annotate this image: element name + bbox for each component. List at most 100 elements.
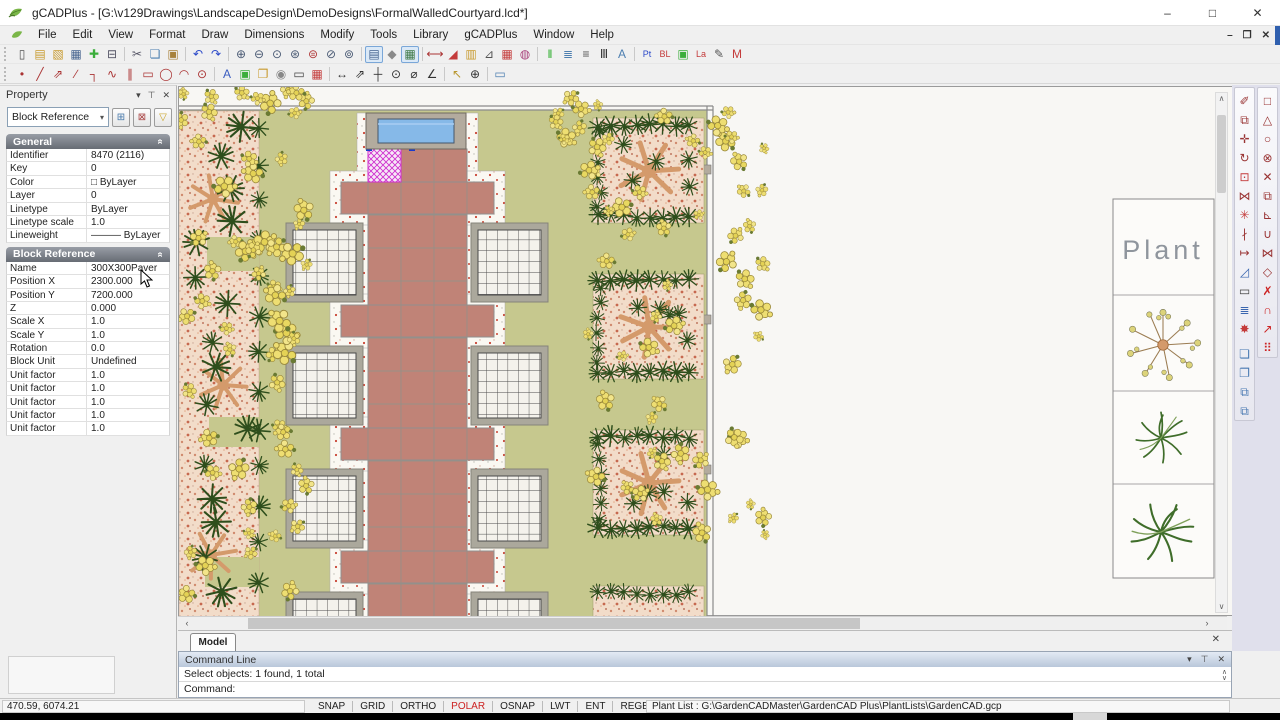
property-row[interactable]: Unit factor 1.0	[6, 368, 170, 383]
ellipse-icon[interactable]: ⊙	[193, 65, 211, 82]
drawing-canvas[interactable]: Plant ∧ ∨	[170, 79, 1233, 618]
fillet-icon[interactable]: ◿	[1236, 262, 1254, 281]
center-mark-icon[interactable]: ⊕	[466, 65, 484, 82]
property-row[interactable]: Linetype ByLayer	[6, 202, 170, 216]
menu-edit[interactable]: Edit	[65, 27, 101, 43]
print-icon[interactable]: ⊟	[103, 46, 121, 63]
text-style-icon[interactable]: A	[613, 46, 631, 63]
minimize-button[interactable]: –	[1145, 0, 1190, 26]
paste-icon[interactable]: ▣	[164, 46, 182, 63]
vertical-scrollbar[interactable]: ∧ ∨	[1215, 92, 1228, 613]
panel-menu-icon[interactable]: ▾	[136, 90, 141, 101]
open-icon[interactable]: ▤	[31, 46, 49, 63]
dim-aligned-icon[interactable]: ⇗	[351, 65, 369, 82]
plant-palette[interactable]: Plant	[1112, 198, 1215, 579]
property-value[interactable]: 1.0	[87, 382, 169, 394]
property-value[interactable]: 7200.000	[87, 289, 169, 301]
add-plant-icon[interactable]: ✚	[85, 46, 103, 63]
menu-file[interactable]: File	[30, 27, 65, 43]
measure-area-icon[interactable]: ◢	[444, 46, 462, 63]
scroll-right-icon[interactable]: ›	[1200, 617, 1214, 630]
section-header[interactable]: General «	[6, 134, 170, 149]
open-sample-icon[interactable]: ▧	[49, 46, 67, 63]
scroll-up-icon[interactable]: ∧	[1216, 94, 1227, 103]
toggle-snap[interactable]: SNAP	[311, 701, 352, 712]
mdi-close-button[interactable]: ✕	[1262, 30, 1270, 41]
new-icon[interactable]: ▯	[13, 46, 31, 63]
dim-ordinate-icon[interactable]: ┼	[369, 65, 387, 82]
snap-intersection-icon[interactable]: ✕	[1259, 167, 1277, 186]
linetype-control-icon[interactable]: ≡	[577, 46, 595, 63]
toggle-osnap[interactable]: OSNAP	[493, 701, 542, 712]
property-row[interactable]: Layer 0	[6, 189, 170, 203]
property-value[interactable]: 0.000	[87, 302, 169, 314]
bring-above-icon[interactable]: ⧉	[1236, 382, 1254, 401]
toolbar-grip[interactable]	[4, 47, 10, 61]
layer-iso-icon[interactable]: ≣	[1236, 300, 1254, 319]
property-value[interactable]: 1.0	[87, 422, 169, 434]
scroll-down-icon[interactable]: ∨	[1216, 602, 1227, 611]
property-row[interactable]: Color □ ByLayer	[6, 175, 170, 190]
menu-gcadplus[interactable]: gCADPlus	[456, 27, 525, 43]
measure-distance-icon[interactable]: ⟷	[426, 46, 444, 63]
layer-manager-icon[interactable]: La	[692, 46, 710, 63]
format-painter-icon[interactable]: ✐	[1236, 91, 1254, 110]
layer-control-icon[interactable]: ≣	[559, 46, 577, 63]
snap-insertion-icon[interactable]: ⧉	[1259, 186, 1277, 205]
render-sphere-icon[interactable]: ◉	[272, 65, 290, 82]
snap-endpoint-icon[interactable]: □	[1259, 91, 1277, 110]
snap-grid-icon[interactable]: ⠿	[1259, 338, 1277, 357]
toolbar-grip[interactable]	[4, 66, 10, 81]
mtext-icon[interactable]: M	[728, 46, 746, 63]
property-row[interactable]: Position Y 7200.000	[6, 288, 170, 302]
snap-center-icon[interactable]: ○	[1259, 129, 1277, 148]
properties-palette-icon[interactable]: ▤	[365, 45, 383, 63]
color-control-icon[interactable]: ‖	[541, 46, 559, 63]
property-value[interactable]: 0	[87, 189, 169, 201]
property-row[interactable]: Key 0	[6, 162, 170, 176]
model-space-drawing[interactable]: Plant	[170, 79, 1233, 618]
zoom-in-icon[interactable]: ⊕	[232, 46, 250, 63]
insert-image-icon[interactable]: ▣	[236, 65, 254, 82]
zoom-extents-icon[interactable]: ⊜	[304, 46, 322, 63]
lineweight-control-icon[interactable]: Ⅲ	[595, 46, 613, 63]
property-row[interactable]: Rotation 0.0	[6, 342, 170, 356]
zoom-out-icon[interactable]: ⊖	[250, 46, 268, 63]
rectangle-icon[interactable]: ▭	[139, 65, 157, 82]
undo-icon[interactable]: ↶	[189, 46, 207, 63]
horizontal-scroll-thumb[interactable]	[248, 618, 860, 629]
maximize-button[interactable]: □	[1190, 0, 1235, 26]
property-value[interactable]: 8470 (2116)	[87, 149, 169, 161]
panel-close-icon[interactable]: ✕	[1217, 654, 1225, 665]
property-value[interactable]: 1.0	[87, 409, 169, 421]
snap-tangent-icon[interactable]: ∪	[1259, 224, 1277, 243]
panel-pin-icon[interactable]: ⊤	[148, 90, 156, 101]
scale-icon[interactable]: ⊡	[1236, 167, 1254, 186]
property-row[interactable]: Unit factor 1.0	[6, 422, 170, 436]
deselect-objects-button[interactable]: ⊠	[133, 107, 151, 127]
property-row[interactable]: Unit factor 1.0	[6, 409, 170, 423]
shade-icon[interactable]: ◆	[383, 46, 401, 63]
property-row[interactable]: Lineweight ——— ByLayer	[6, 229, 170, 243]
menu-modify[interactable]: Modify	[312, 27, 362, 43]
copy-object-icon[interactable]: ⧉	[1236, 110, 1254, 129]
save-icon[interactable]: ▦	[67, 46, 85, 63]
leader-icon[interactable]: ↖	[448, 65, 466, 82]
insert-block-icon[interactable]: ❐	[254, 65, 272, 82]
panel-pin-icon[interactable]: ⊤	[1201, 654, 1209, 665]
command-scroll-icons[interactable]: ∧ ∨	[1222, 669, 1227, 682]
collapse-icon[interactable]: «	[155, 251, 166, 257]
polyline-icon[interactable]: ┐	[85, 65, 103, 82]
property-value[interactable]: 2300.000	[87, 275, 169, 287]
mirror-icon[interactable]: ⋈	[1236, 186, 1254, 205]
redo-icon[interactable]: ↷	[207, 46, 225, 63]
plant-schedule-icon[interactable]: ▦	[498, 46, 516, 63]
property-value[interactable]: 1.0	[87, 369, 169, 381]
command-input[interactable]: Command:	[179, 682, 1231, 697]
image-insert-icon[interactable]: ▣	[674, 46, 692, 63]
property-row[interactable]: Block Unit Undefined	[6, 355, 170, 369]
property-row[interactable]: Unit factor 1.0	[6, 395, 170, 410]
section-header[interactable]: Block Reference «	[6, 246, 170, 262]
mdi-minimize-button[interactable]: –	[1227, 30, 1233, 41]
array-icon[interactable]: ✳	[1236, 205, 1254, 224]
